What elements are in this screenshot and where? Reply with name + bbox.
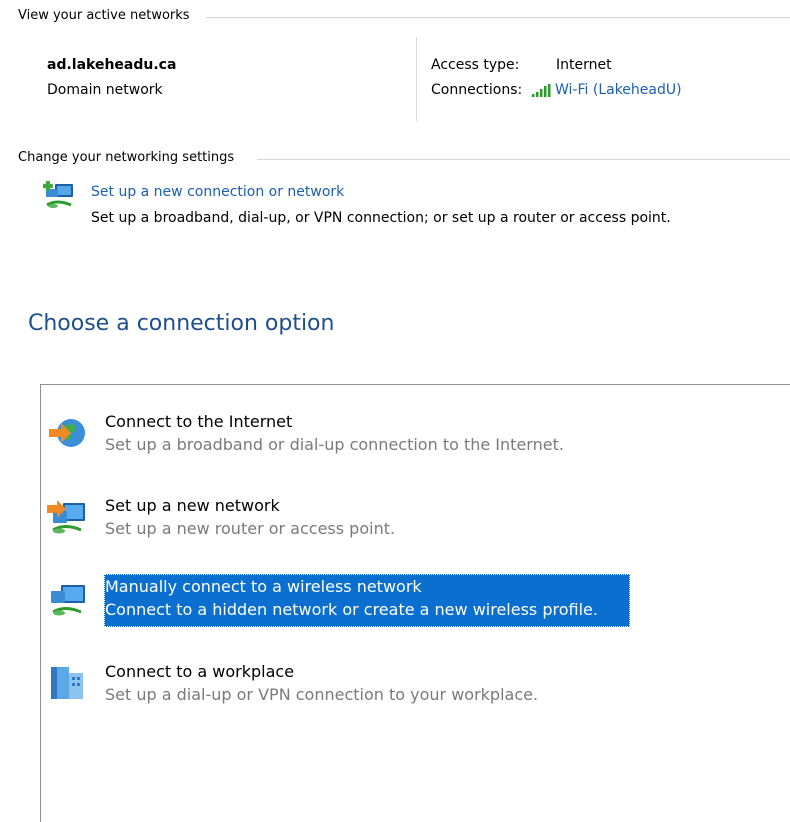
option-manual-wireless[interactable]: Manually connect to a wireless network C…	[41, 571, 641, 627]
wireless-network-icon	[47, 579, 87, 619]
wifi-connection-link[interactable]: Wi-Fi (LakeheadU)	[555, 82, 682, 98]
active-networks-title: View your active networks	[18, 8, 190, 23]
option-title: Connect to a workplace	[105, 662, 295, 681]
setup-connection-description: Set up a broadband, dial-up, or VPN conn…	[91, 210, 671, 226]
option-description: Set up a new router or access point.	[105, 519, 396, 538]
option-description: Set up a broadband or dial-up connection…	[105, 435, 564, 454]
workplace-icon	[47, 663, 87, 703]
option-title: Manually connect to a wireless network	[105, 577, 422, 596]
network-setup-icon	[43, 179, 77, 213]
section-divider	[257, 159, 790, 160]
connection-options-list[interactable]: Connect to the Internet Set up a broadba…	[40, 384, 790, 822]
globe-icon	[47, 413, 87, 453]
option-description: Connect to a hidden network or create a …	[105, 600, 598, 619]
network-name: ad.lakeheadu.ca	[47, 57, 177, 73]
network-type: Domain network	[47, 82, 163, 98]
option-title: Connect to the Internet	[105, 412, 293, 431]
wifi-signal-icon	[531, 84, 551, 98]
option-connect-internet[interactable]: Connect to the Internet Set up a broadba…	[41, 405, 641, 461]
access-type-label: Access type:	[431, 57, 520, 73]
option-description: Set up a dial-up or VPN connection to yo…	[105, 685, 539, 704]
option-new-network[interactable]: Set up a new network Set up a new router…	[41, 489, 641, 545]
setup-connection-link[interactable]: Set up a new connection or network	[91, 184, 344, 200]
option-title: Set up a new network	[105, 496, 280, 515]
section-divider	[206, 17, 790, 18]
new-network-icon	[47, 497, 87, 537]
access-type-value: Internet	[556, 57, 612, 73]
dialog-heading: Choose a connection option	[28, 311, 335, 336]
selection-highlight: Manually connect to a wireless network C…	[104, 574, 630, 627]
connections-label: Connections:	[431, 82, 523, 98]
option-workplace[interactable]: Connect to a workplace Set up a dial-up …	[41, 655, 641, 711]
vertical-divider	[416, 37, 417, 121]
change-settings-title: Change your networking settings	[18, 150, 235, 165]
